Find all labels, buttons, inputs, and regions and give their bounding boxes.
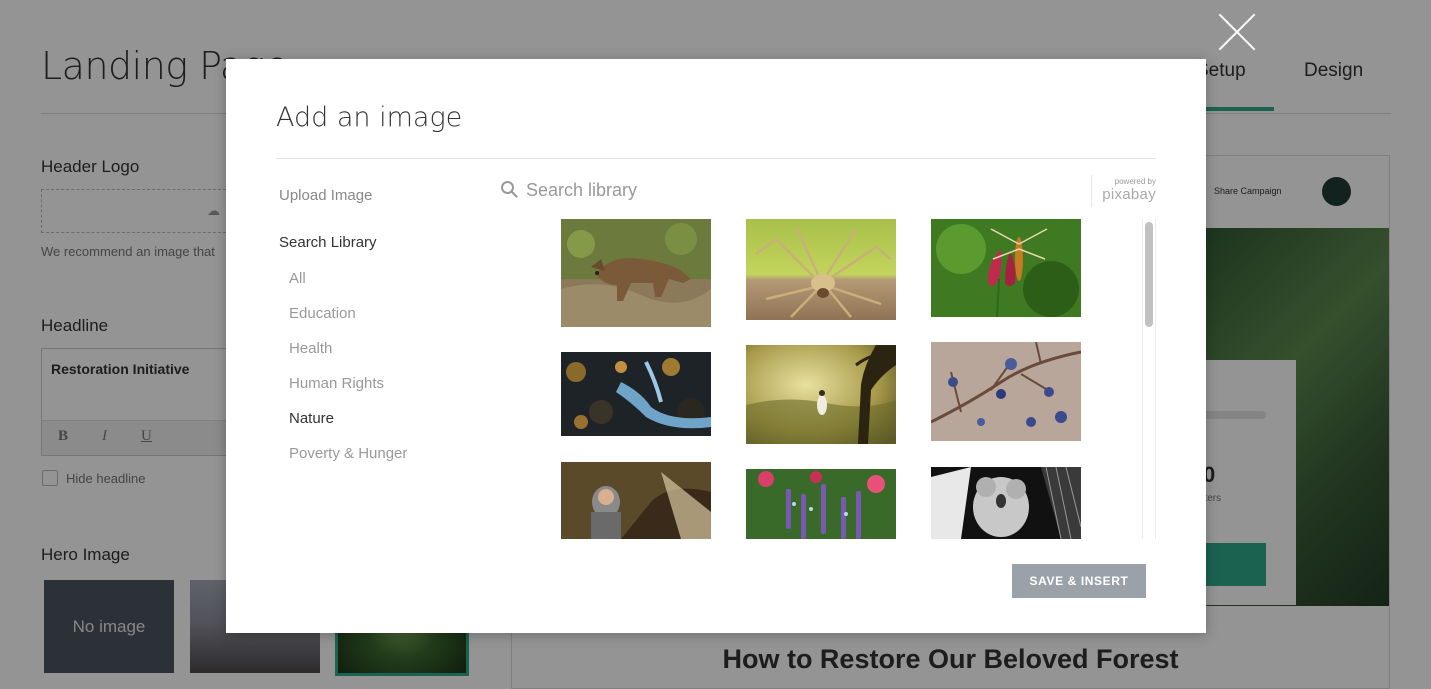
pixabay-powered-text: powered by xyxy=(1114,177,1156,186)
pixabay-name: pixabay xyxy=(1102,186,1156,203)
add-image-modal: Add an image Upload Image Search Library… xyxy=(226,59,1206,633)
image-grid-scrollbar[interactable] xyxy=(1142,219,1156,539)
image-lavender[interactable] xyxy=(746,469,896,539)
category-nature[interactable]: Nature xyxy=(289,410,334,427)
category-human-rights[interactable]: Human Rights xyxy=(289,375,384,392)
nav-search-library[interactable]: Search Library xyxy=(279,234,377,251)
nav-upload-image[interactable]: Upload Image xyxy=(279,187,372,204)
category-all[interactable]: All xyxy=(289,270,306,287)
category-education[interactable]: Education xyxy=(289,305,356,322)
image-koala[interactable] xyxy=(931,467,1081,539)
image-misty-tree[interactable] xyxy=(746,345,896,444)
search-input[interactable] xyxy=(526,175,1066,205)
pixabay-logo: powered by pixabay xyxy=(1091,175,1156,207)
image-child-in-tent[interactable] xyxy=(561,462,711,539)
image-spider[interactable] xyxy=(746,219,896,320)
image-wolf[interactable] xyxy=(561,219,711,327)
modal-divider xyxy=(276,158,1156,159)
image-grid xyxy=(561,219,1141,539)
category-poverty-hunger[interactable]: Poverty & Hunger xyxy=(289,445,407,462)
scrollbar-thumb[interactable] xyxy=(1145,222,1153,327)
image-blueberry-branch[interactable] xyxy=(931,342,1081,441)
search-icon xyxy=(501,181,518,198)
image-dragonfly[interactable] xyxy=(931,219,1081,317)
category-health[interactable]: Health xyxy=(289,340,332,357)
image-waterfall[interactable] xyxy=(561,352,711,436)
modal-title: Add an image xyxy=(276,102,463,133)
save-insert-button[interactable]: SAVE & INSERT xyxy=(1012,564,1146,598)
close-icon[interactable] xyxy=(1215,10,1259,54)
